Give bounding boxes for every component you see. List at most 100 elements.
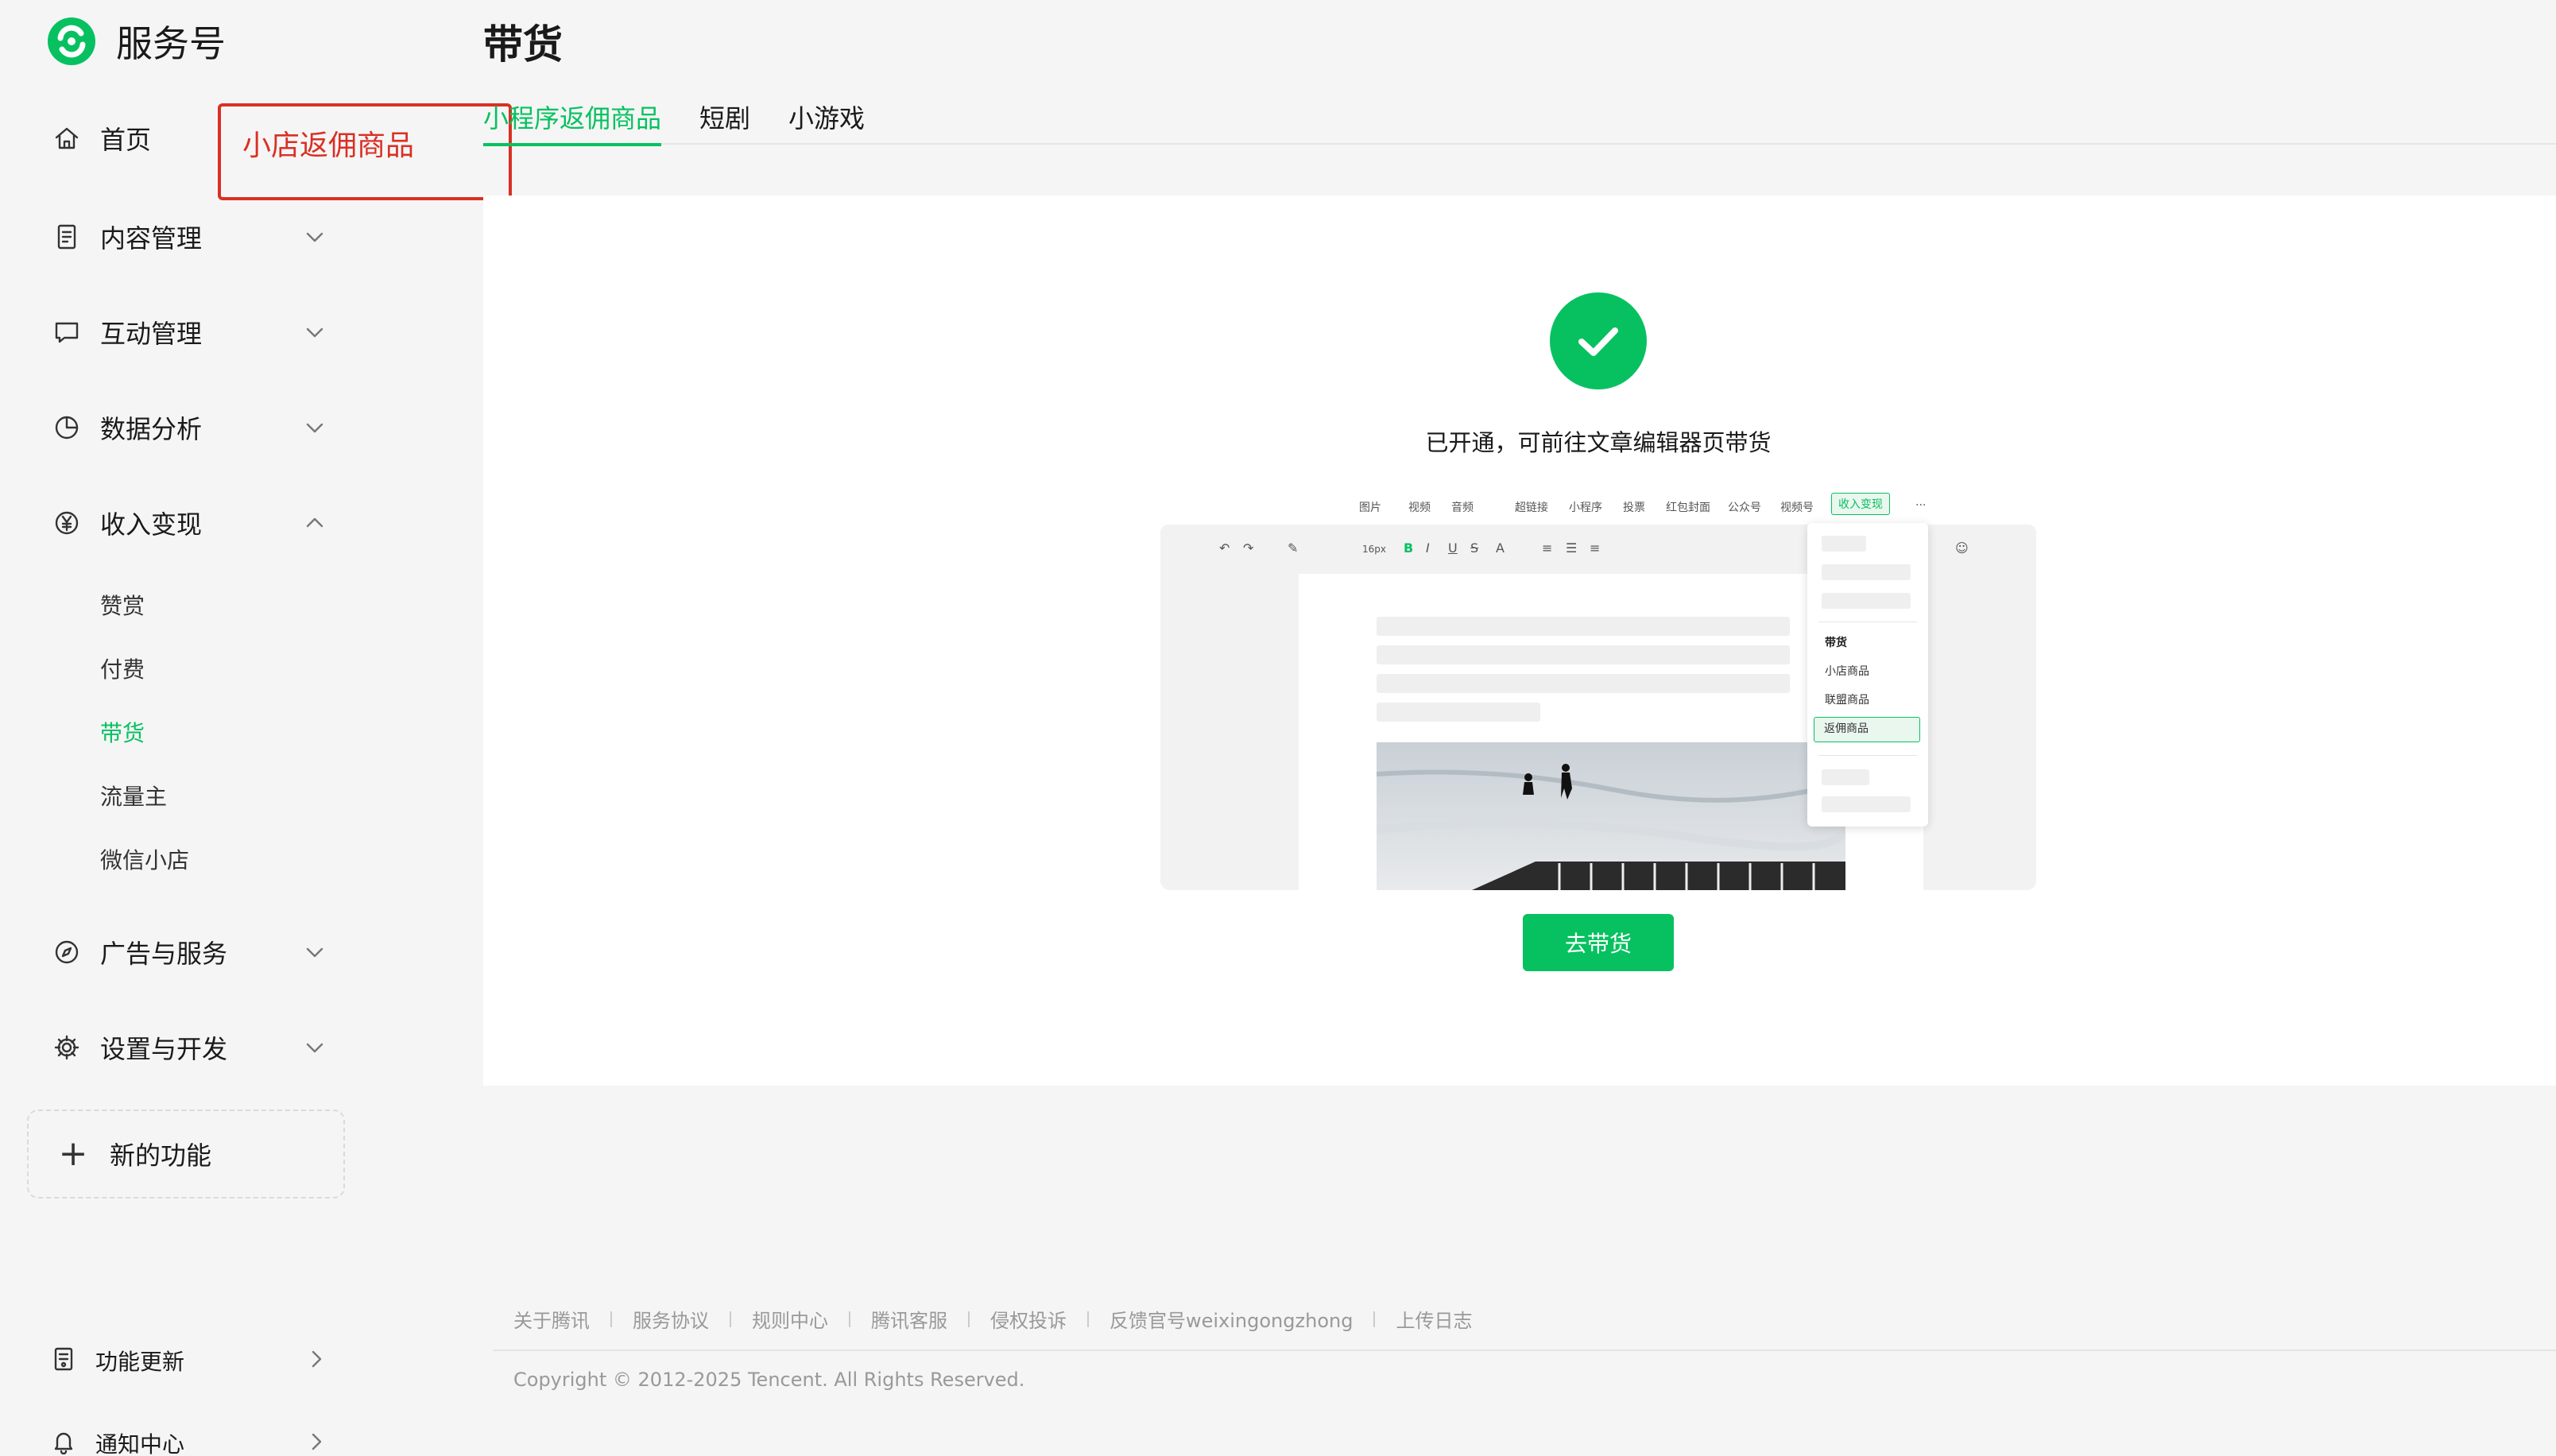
wechat-service-logo-icon (48, 17, 95, 65)
dropdown-item-alliance-products: 联盟商品 (1825, 694, 1869, 707)
sidebar-subitem-traffic-owner[interactable]: 流量主 (100, 780, 167, 815)
new-feature-button[interactable]: + 新的功能 (27, 1109, 345, 1198)
placeholder-line (1377, 674, 1790, 693)
snow-photo-image (1377, 742, 1845, 890)
dropdown-divider (1818, 755, 1917, 756)
footer-links: 关于腾讯 服务协议 规则中心 腾讯客服 侵权投诉 反馈官号weixingongz… (513, 1305, 1472, 1333)
chevron-right-icon (304, 1429, 329, 1456)
font-color-icon: A (1496, 540, 1505, 556)
chevron-down-icon[interactable] (300, 318, 329, 347)
placeholder-line (1377, 645, 1790, 664)
redo-icon: ↷ (1243, 540, 1254, 556)
chevron-up-icon[interactable] (300, 509, 329, 537)
status-message: 已开通，可前往文章编辑器页带货 (1425, 429, 1772, 456)
editor-menu-bar: 图片 视频 音频 超链接 小程序 投票 红包封面 公众号 视频号 收入变现 ··… (1343, 493, 1941, 525)
gear-icon (51, 1032, 83, 1063)
tab-mini-program-commission[interactable]: 小程序返佣商品 (483, 99, 662, 146)
placeholder-line (1377, 703, 1540, 722)
sidebar-item-notification-center[interactable]: 通知中心 (51, 1421, 329, 1456)
menu-tab-vote: 投票 (1623, 501, 1645, 514)
footer-link-upload-log[interactable]: 上传日志 (1396, 1305, 1472, 1333)
footer-link-service-agreement[interactable]: 服务协议 (633, 1305, 709, 1333)
page-title: 带货 (483, 21, 563, 68)
menu-tab-image: 图片 (1359, 501, 1381, 514)
go-selling-button[interactable]: 去带货 (1523, 914, 1674, 971)
placeholder-bar (1822, 536, 1866, 552)
success-check-icon (1550, 292, 1647, 389)
annotation-label: 小店返佣商品 (242, 130, 415, 162)
compass-icon (51, 936, 83, 968)
sidebar-item-label: 内容管理 (100, 223, 203, 254)
sidebar-item-label: 功能更新 (95, 1349, 185, 1375)
footer-link-customer-service[interactable]: 腾讯客服 (871, 1305, 947, 1333)
sidebar-item-content-management[interactable]: 内容管理 (51, 213, 329, 261)
sidebar-item-interaction-management[interactable]: 互动管理 (51, 308, 329, 356)
sidebar-item-ads-services[interactable]: 广告与服务 (51, 928, 329, 976)
sidebar-subitem-paid[interactable]: 付费 (100, 652, 145, 687)
sidebar-item-label: 设置与开发 (100, 1034, 228, 1064)
sidebar-item-settings-dev[interactable]: 设置与开发 (51, 1024, 329, 1071)
strikethrough-icon: S (1470, 540, 1479, 556)
footer-separator (849, 1311, 850, 1327)
sidebar-item-monetization[interactable]: 收入变现 (51, 499, 329, 547)
chat-icon (51, 316, 83, 348)
new-feature-label: 新的功能 (110, 1140, 212, 1171)
placeholder-bar (1822, 769, 1869, 785)
undo-icon: ↶ (1219, 540, 1230, 556)
dropdown-item-commission-products: 返佣商品 (1814, 717, 1920, 742)
footer-link-rules-center[interactable]: 规则中心 (752, 1305, 828, 1333)
dropdown-title: 带货 (1825, 637, 1847, 649)
footer-separator (1373, 1311, 1376, 1327)
sidebar-item-label: 互动管理 (100, 319, 203, 349)
pie-chart-icon (51, 412, 83, 443)
sidebar-subitem-tipping[interactable]: 赞赏 (100, 589, 145, 624)
tab-short-drama[interactable]: 短剧 (699, 99, 750, 145)
bold-icon: B (1404, 540, 1414, 556)
chevron-down-icon[interactable] (300, 1033, 329, 1062)
sidebar-item-label: 数据分析 (100, 414, 203, 444)
sidebar-item-label: 首页 (100, 125, 152, 155)
footer-link-about-tencent[interactable]: 关于腾讯 (513, 1305, 590, 1333)
sidebar-item-feature-updates[interactable]: 功能更新 (51, 1338, 329, 1383)
bell-icon (51, 1429, 76, 1456)
menu-tab-link: 超链接 (1515, 501, 1548, 514)
monetization-dropdown: 带货 小店商品 联盟商品 返佣商品 (1807, 523, 1928, 827)
sidebar-subitem-wechat-shop[interactable]: 微信小店 (100, 843, 189, 878)
placeholder-bar (1822, 564, 1911, 580)
footer-link-infringement[interactable]: 侵权投诉 (990, 1305, 1067, 1333)
yuan-icon (51, 507, 83, 539)
placeholder-bar (1822, 593, 1911, 609)
chevron-right-icon (304, 1346, 329, 1375)
tab-bar: 小程序返佣商品 短剧 小游戏 (483, 99, 2556, 146)
align-icon: ≡ (1542, 540, 1553, 556)
more-icon: ··· (1915, 499, 1927, 512)
home-icon (51, 122, 83, 154)
menu-tab-official-account: 公众号 (1728, 501, 1761, 514)
italic-icon: I (1426, 540, 1430, 556)
update-icon (51, 1346, 76, 1375)
tab-mini-game[interactable]: 小游戏 (788, 99, 865, 145)
sidebar-item-label: 收入变现 (100, 509, 203, 540)
app-title: 服务号 (116, 22, 226, 65)
footer-separator (1087, 1311, 1089, 1327)
footer-separator (610, 1311, 612, 1327)
sidebar-subitem-selling[interactable]: 带货 (100, 716, 145, 751)
footer-link-feedback-account[interactable]: 反馈官号weixingongzhong (1110, 1305, 1353, 1333)
menu-tab-video: 视频 (1408, 501, 1431, 514)
chevron-down-icon[interactable] (300, 938, 329, 966)
app-logo[interactable]: 服务号 (45, 14, 226, 68)
copyright-text: Copyright © 2012-2025 Tencent. All Right… (513, 1369, 1025, 1391)
footer-divider (493, 1350, 2556, 1351)
sidebar-item-data-analysis[interactable]: 数据分析 (51, 404, 329, 451)
chevron-down-icon[interactable] (300, 413, 329, 442)
footer-separator (730, 1311, 731, 1327)
menu-tab-audio: 音频 (1451, 501, 1474, 514)
font-size-value: 16px (1362, 544, 1386, 555)
menu-tab-monetization: 收入变现 (1831, 493, 1890, 515)
menu-tab-channels: 视频号 (1780, 501, 1814, 514)
sidebar-item-label: 通知中心 (95, 1431, 185, 1456)
indent-icon: ≡ (1590, 540, 1601, 556)
emoji-icon: ☺ (1955, 540, 1969, 556)
chevron-down-icon[interactable] (300, 223, 329, 251)
underline-icon: U (1448, 540, 1458, 556)
